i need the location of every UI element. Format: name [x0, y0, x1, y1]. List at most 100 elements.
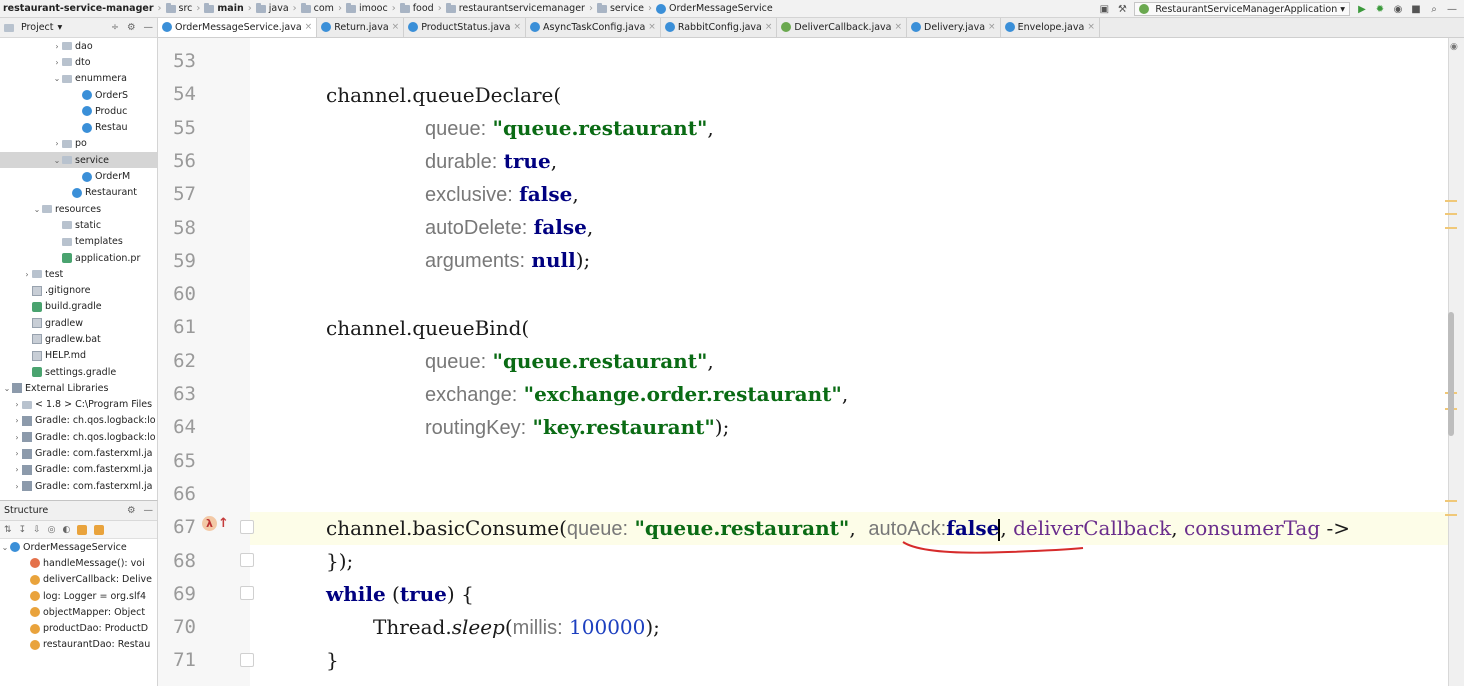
close-icon[interactable]: × [1087, 22, 1095, 32]
project-tree-item[interactable]: ⌄ External Libraries [0, 380, 157, 396]
breadcrumb-item-class[interactable]: OrderMessageService [653, 3, 776, 14]
breadcrumb-item-package[interactable]: restaurantservicemanager [443, 2, 588, 14]
project-tree-item[interactable]: › < 1.8 > C:\Program Files [0, 397, 157, 413]
close-icon[interactable]: × [765, 22, 773, 32]
breadcrumb-item-java[interactable]: java [253, 2, 292, 14]
project-tree-item[interactable]: application.pr [0, 250, 157, 266]
project-tree-item[interactable]: .gitignore [0, 282, 157, 298]
warning-marker[interactable] [1445, 227, 1457, 229]
debug-icon[interactable]: ✹ [1374, 4, 1386, 15]
chevron-right-icon[interactable]: › [12, 482, 22, 491]
editor-tab[interactable]: DeliverCallback.java × [777, 18, 908, 37]
project-tree-item[interactable]: › dao [0, 38, 157, 54]
breadcrumb-item-src[interactable]: src [163, 2, 196, 14]
chevron-down-icon[interactable]: ⌄ [52, 74, 62, 83]
editor-tab[interactable]: ProductStatus.java × [404, 18, 527, 37]
structure-member[interactable]: productDao: ProductD [0, 620, 157, 636]
code-editor[interactable]: 53 54 55 56 57 58 59 60 61 62 63 64 65 66 67 68 69 70 71 λ… [158, 38, 1448, 686]
hide-icon[interactable]: — [144, 505, 154, 516]
project-tree-item[interactable]: ⌄ service [0, 152, 157, 169]
minimize-icon[interactable]: — [1446, 4, 1458, 15]
close-icon[interactable]: × [894, 22, 902, 32]
chevron-right-icon[interactable]: › [12, 400, 22, 409]
structure-member[interactable]: restaurantDao: Restau [0, 637, 157, 653]
lambda-gutter-marker[interactable]: λ ↑ [202, 516, 229, 531]
editor-tab[interactable]: RabbitConfig.java × [661, 18, 778, 37]
hide-icon[interactable]: — [144, 22, 154, 33]
chevron-right-icon[interactable]: › [22, 270, 32, 279]
breadcrumb-item-imooc[interactable]: imooc [343, 2, 391, 14]
search-icon[interactable]: ⌕ [1428, 4, 1440, 15]
show-properties-icon[interactable]: ◐ [63, 525, 71, 535]
project-panel-title[interactable]: Project [21, 22, 54, 33]
eye-icon[interactable]: ◉ [1450, 42, 1458, 52]
structure-root[interactable]: ⌄ OrderMessageService [0, 539, 157, 555]
project-tree-item[interactable]: › Gradle: ch.qos.logback:lo [0, 413, 157, 429]
chevron-down-icon[interactable]: ⌄ [2, 384, 12, 393]
breadcrumb-item-service[interactable]: service [594, 2, 647, 14]
stop-icon[interactable]: ■ [1410, 4, 1422, 15]
fold-marker[interactable] [240, 553, 254, 567]
project-tree-item[interactable]: settings.gradle [0, 364, 157, 380]
breadcrumb-item-project[interactable]: restaurant-service-manager [0, 3, 157, 14]
warning-marker[interactable] [1445, 200, 1457, 202]
project-tree-item[interactable]: › Gradle: ch.qos.logback:lo [0, 429, 157, 445]
project-tree-item[interactable]: static [0, 217, 157, 233]
breadcrumb-item-main[interactable]: main [201, 2, 246, 14]
structure-member[interactable]: handleMessage(): voi [0, 555, 157, 571]
chevron-right-icon[interactable]: › [12, 465, 22, 474]
editor-tab[interactable]: Delivery.java × [907, 18, 1001, 37]
project-tree-item[interactable]: › po [0, 136, 157, 152]
warning-marker[interactable] [1445, 500, 1457, 502]
project-tree-item[interactable]: OrderM [0, 168, 157, 184]
close-icon[interactable]: × [988, 22, 996, 32]
project-tree-item[interactable]: › Gradle: com.fasterxml.ja [0, 478, 157, 494]
close-icon[interactable]: × [392, 22, 400, 32]
structure-member[interactable]: log: Logger = org.slf4 [0, 588, 157, 604]
breadcrumb-item-food[interactable]: food [397, 2, 437, 14]
sort-by-visibility-icon[interactable]: ⇅ [4, 525, 12, 535]
project-tree-item[interactable]: ⌄ enummera [0, 71, 157, 87]
project-tree-item[interactable]: Restau [0, 119, 157, 135]
gear-icon[interactable]: ⚙ [127, 505, 136, 516]
project-tree-item[interactable]: gradlew.bat [0, 331, 157, 347]
chevron-right-icon[interactable]: › [12, 449, 22, 458]
run-icon[interactable]: ▶ [1356, 4, 1368, 15]
project-tree-item[interactable]: › dto [0, 54, 157, 70]
chevron-down-icon[interactable]: ⌄ [32, 205, 42, 214]
editor-tab[interactable]: Return.java × [317, 18, 405, 37]
project-tree-item[interactable]: OrderS [0, 87, 157, 103]
fold-marker[interactable] [240, 520, 254, 534]
close-icon[interactable]: × [305, 22, 313, 32]
project-tree-item[interactable]: Produc [0, 103, 157, 119]
chevron-right-icon[interactable]: › [52, 58, 62, 67]
chevron-right-icon[interactable]: › [52, 139, 62, 148]
editor-tab[interactable]: AsyncTaskConfig.java × [526, 18, 661, 37]
warning-marker[interactable] [1445, 213, 1457, 215]
project-tree-item[interactable]: HELP.md [0, 348, 157, 364]
chevron-right-icon[interactable]: › [12, 416, 22, 425]
project-structure-icon[interactable]: ▣ [1098, 4, 1110, 15]
show-inherited-icon[interactable]: ⇩ [33, 525, 41, 535]
run-configuration-select[interactable]: RestaurantServiceManagerApplication ▾ [1134, 2, 1350, 16]
fold-marker[interactable] [240, 653, 254, 667]
project-tree-item[interactable]: Restaurant [0, 185, 157, 201]
project-tree-item[interactable]: templates [0, 234, 157, 250]
vertical-scrollbar[interactable] [1448, 312, 1454, 436]
editor-tab[interactable]: Envelope.java × [1001, 18, 1100, 37]
sort-alphabetically-icon[interactable]: ↧ [19, 525, 27, 535]
chevron-down-icon[interactable]: ▾ [58, 22, 63, 33]
editor-tab[interactable]: OrderMessageService.java × [158, 18, 318, 37]
structure-member[interactable]: objectMapper: Object [0, 604, 157, 620]
show-fields-icon[interactable]: ◎ [48, 525, 56, 535]
gear-icon[interactable]: ⚙ [127, 22, 136, 33]
project-tree-item[interactable]: gradlew [0, 315, 157, 331]
close-icon[interactable]: × [514, 22, 522, 32]
chevron-right-icon[interactable]: › [52, 42, 62, 51]
project-tree-item[interactable]: › test [0, 266, 157, 282]
chevron-right-icon[interactable]: › [12, 433, 22, 442]
collapse-all-icon[interactable]: ÷ [111, 22, 119, 33]
project-tree-item[interactable]: build.gradle [0, 299, 157, 315]
warning-marker[interactable] [1445, 514, 1457, 516]
project-tree-item[interactable]: ⌄ resources [0, 201, 157, 217]
